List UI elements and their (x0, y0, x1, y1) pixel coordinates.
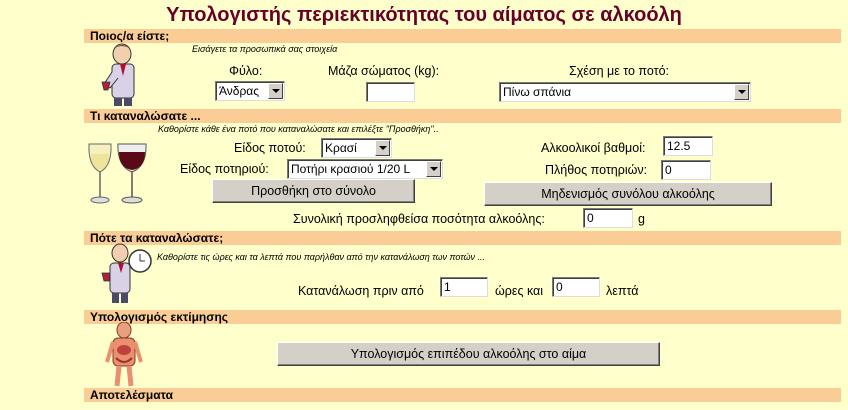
weight-input[interactable] (366, 82, 415, 102)
section-header-results: Αποτελέσματα (84, 388, 841, 402)
glass-count-input[interactable]: 0 (661, 160, 711, 180)
gender-select-value: Άνδρας (219, 84, 260, 98)
consumption-label: Κατανάλωση πριν από (298, 284, 424, 298)
calculate-button[interactable]: Υπολογισμός επιπέδου αλκοόλης στο αίμα (277, 342, 660, 366)
chevron-down-icon[interactable] (375, 140, 390, 156)
hours-label: ώρες και (495, 284, 544, 298)
person-drinking-icon (101, 43, 135, 106)
drink-type-label: Είδος ποτού: (234, 141, 306, 155)
human-anatomy-icon (105, 322, 143, 387)
drink-type-value: Κρασί (325, 141, 357, 155)
glass-type-select[interactable]: Ποτήρι κρασιού 1/20 L (287, 159, 443, 179)
add-to-total-button[interactable]: Προσθήκη στο σύνολο (212, 179, 415, 203)
hours-input[interactable]: 1 (440, 277, 488, 297)
drink-type-select[interactable]: Κρασί (321, 138, 392, 158)
abv-label: Αλκοολικοί βαθμοί: (541, 141, 646, 155)
section-header-who: Ποιος/α είστε; (84, 29, 841, 43)
section-header-what: Τι καταναλώσατε ... (84, 109, 841, 123)
glass-type-label: Είδος ποτηριού: (180, 162, 269, 176)
glass-type-value: Ποτήρι κρασιού 1/20 L (291, 162, 411, 176)
drinking-relation-value: Πίνω σπάνια (503, 85, 572, 99)
section-header-when: Πότε τα καταναλώσατε; (84, 231, 841, 245)
drinking-relation-select[interactable]: Πίνω σπάνια (499, 82, 751, 102)
section-header-calculation: Υπολογισμός εκτίμησης (84, 310, 841, 324)
glass-count-label: Πλήθος ποτηριών: (545, 163, 648, 177)
total-alcohol-field: 0 (583, 208, 633, 228)
reset-total-button[interactable]: Μηδενισμός συνόλου αλκοόλης (484, 182, 772, 206)
abv-input[interactable]: 12.5 (663, 136, 713, 156)
person-with-clock-icon (101, 243, 152, 303)
section-hint: Καθορίστε τις ώρες και τα λεπτά που παρή… (157, 252, 486, 262)
chevron-down-icon[interactable] (734, 84, 749, 100)
chevron-down-icon[interactable] (426, 161, 441, 177)
section-hint: Εισάγετε τα προσωπικά σας στοιχεία (192, 44, 338, 54)
section-hint: Καθορίστε κάθε ένα ποτό που καταναλώσατε… (158, 124, 439, 134)
total-alcohol-label: Συνολική προσληφθείσα ποσότητα αλκοόλης: (293, 212, 545, 226)
wine-glasses-icon (88, 143, 147, 204)
minutes-input[interactable]: 0 (552, 277, 600, 297)
page-title: Υπολογιστής περιεκτικότητας του αίματος … (166, 4, 682, 26)
minutes-label: λεπτά (606, 284, 639, 298)
total-alcohol-unit: g (638, 212, 645, 226)
drinking-relation-label: Σχέση με το ποτό: (569, 64, 670, 78)
weight-label: Μάζα σώματος (kg): (328, 64, 440, 78)
gender-label: Φύλο: (229, 64, 263, 78)
gender-select[interactable]: Άνδρας (215, 81, 285, 101)
chevron-down-icon[interactable] (268, 83, 283, 99)
